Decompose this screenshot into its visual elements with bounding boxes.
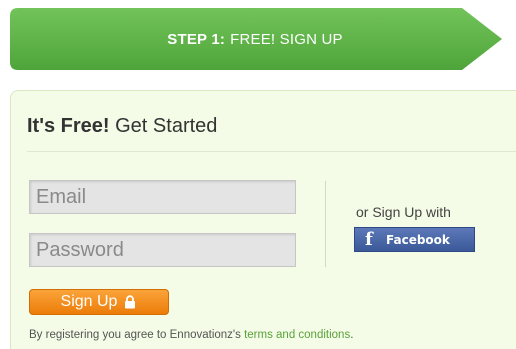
panel-title-bold: It's Free! xyxy=(27,115,110,137)
terms-link[interactable]: terms and conditions xyxy=(244,329,350,341)
signup-button[interactable]: Sign Up xyxy=(29,289,169,315)
step-banner: STEP 1: FREE! SIGN UP xyxy=(10,8,505,70)
legal-notice: By registering you agree to Ennovationz'… xyxy=(29,329,353,341)
step-title: STEP 1: FREE! SIGN UP xyxy=(10,8,500,70)
lock-icon xyxy=(125,295,136,309)
panel-title-rest: Get Started xyxy=(115,115,218,137)
vertical-divider xyxy=(325,181,326,267)
title-divider xyxy=(27,151,516,152)
legal-prefix: By registering you agree to Ennovationz'… xyxy=(29,329,241,341)
step-label: FREE! SIGN UP xyxy=(230,30,343,48)
or-signup-with-text: or Sign Up with xyxy=(356,204,451,220)
legal-suffix: . xyxy=(350,329,354,341)
facebook-signup-button[interactable]: f Facebook xyxy=(354,227,475,252)
email-field[interactable] xyxy=(29,180,296,214)
signup-page: STEP 1: FREE! SIGN UP It's Free! Get Sta… xyxy=(0,0,516,349)
facebook-f-icon: f xyxy=(365,228,373,250)
facebook-button-label: Facebook xyxy=(386,232,450,247)
panel-title: It's Free! Get Started xyxy=(27,115,217,138)
password-field[interactable] xyxy=(29,233,296,267)
step-number: STEP 1: xyxy=(167,30,226,48)
signup-button-label: Sign Up xyxy=(60,293,118,310)
signup-panel: It's Free! Get Started or Sign Up with f… xyxy=(10,90,516,349)
